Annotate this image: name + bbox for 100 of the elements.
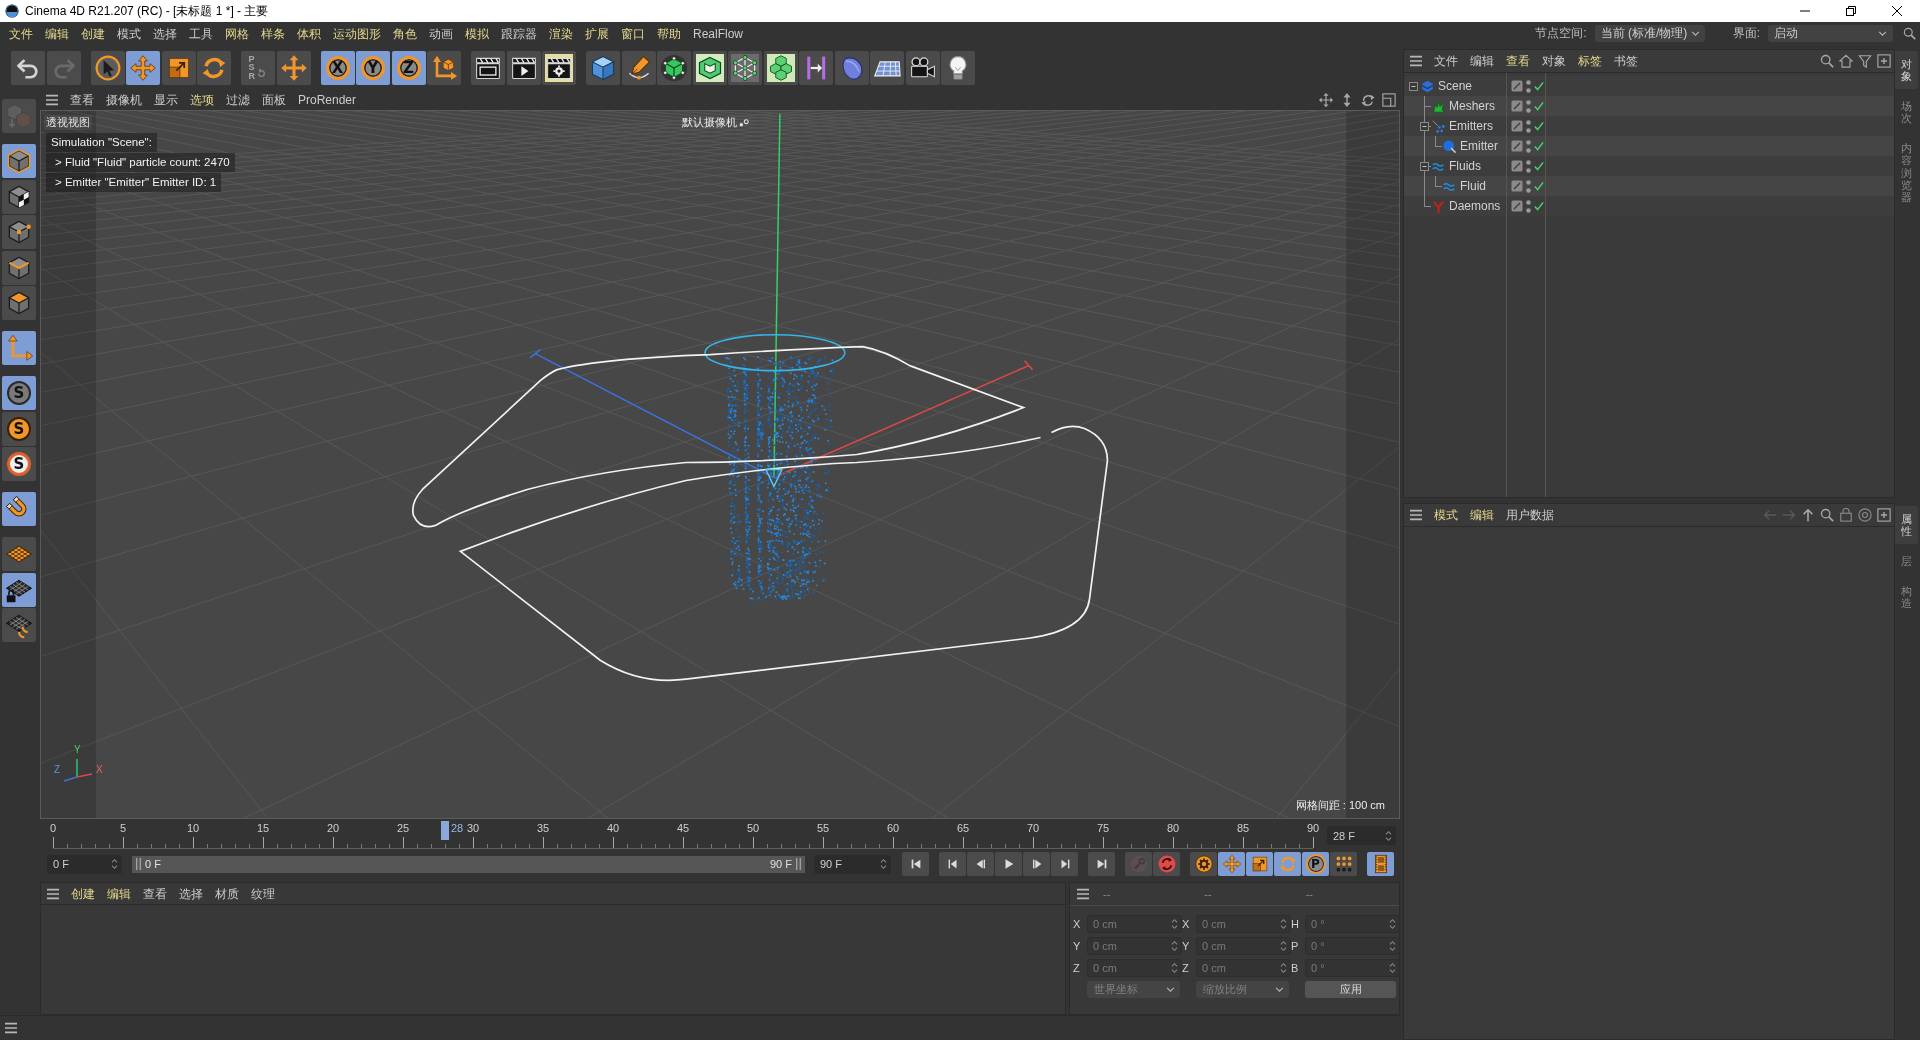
object-row[interactable]: Meshers — [1404, 96, 1894, 116]
visibility-dots-icon[interactable] — [1526, 139, 1531, 153]
playback-button[interactable] — [1051, 852, 1078, 876]
object-name[interactable]: Meshers — [1449, 99, 1495, 113]
menu-item[interactable]: 模式 — [111, 24, 147, 43]
menu-item[interactable]: 模式 — [1428, 506, 1464, 524]
slashed-square-icon[interactable] — [1511, 80, 1523, 92]
playback-button[interactable] — [902, 852, 929, 876]
target-icon[interactable] — [1858, 508, 1872, 522]
menu-item[interactable]: 摄像机 — [100, 91, 148, 109]
tool-button[interactable] — [763, 50, 798, 85]
object-name[interactable]: Daemons — [1449, 199, 1501, 213]
menu-item[interactable]: 书签 — [1608, 52, 1644, 70]
menu-item[interactable]: 动画 — [423, 24, 459, 43]
check-icon[interactable] — [1534, 81, 1544, 91]
playback-button[interactable] — [939, 852, 966, 876]
menu-item[interactable]: 样条 — [255, 24, 291, 43]
object-name[interactable]: Fluid — [1460, 179, 1486, 193]
menu-item[interactable]: 选项 — [184, 91, 220, 109]
slashed-square-icon[interactable] — [1511, 100, 1523, 112]
mode-button[interactable] — [2, 286, 36, 320]
slashed-square-icon[interactable] — [1511, 200, 1523, 212]
side-tab[interactable]: 对象 — [1895, 51, 1918, 90]
menu-item[interactable]: 过滤 — [220, 91, 256, 109]
slashed-square-icon[interactable] — [1511, 160, 1523, 172]
visibility-dots-icon[interactable] — [1526, 179, 1531, 193]
menu-item[interactable]: 帮助 — [651, 24, 687, 43]
menu-item[interactable]: 网格 — [219, 24, 255, 43]
layout-dropdown[interactable]: 启动 — [1768, 25, 1893, 42]
tool-button[interactable] — [11, 50, 45, 85]
menu-item[interactable]: 查看 — [1500, 52, 1536, 70]
tool-button[interactable] — [799, 50, 833, 85]
move-arrows-icon[interactable] — [1319, 93, 1333, 107]
home-icon[interactable] — [1839, 54, 1853, 68]
collapse-icon[interactable] — [1409, 81, 1418, 91]
axis-lock-button[interactable]: Z — [391, 50, 426, 85]
menu-item[interactable]: RealFlow — [687, 24, 749, 43]
mode-button[interactable] — [2, 572, 36, 607]
menu-item[interactable]: 运动图形 — [327, 24, 387, 43]
object-name[interactable]: Emitters — [1449, 119, 1493, 133]
search-icon[interactable] — [1820, 508, 1834, 522]
playback-button[interactable] — [1023, 852, 1050, 876]
check-icon[interactable] — [1534, 181, 1544, 191]
menu-item[interactable]: 创建 — [65, 884, 101, 903]
object-row[interactable]: Emitter — [1404, 136, 1894, 156]
search-icon[interactable] — [1820, 54, 1834, 68]
tool-button[interactable] — [728, 50, 762, 85]
object-row[interactable]: Fluid — [1404, 176, 1894, 196]
collapse-icon[interactable] — [1420, 121, 1429, 131]
visibility-dots-icon[interactable] — [1526, 159, 1531, 173]
object-name[interactable]: Emitter — [1460, 139, 1498, 153]
menu-item[interactable]: 渲染 — [543, 24, 579, 43]
check-icon[interactable] — [1534, 161, 1544, 171]
mode-button[interactable] — [2, 179, 36, 214]
menu-icon[interactable] — [1409, 509, 1423, 521]
playback-button[interactable] — [995, 852, 1022, 876]
check-icon[interactable] — [1534, 201, 1544, 211]
key-button[interactable] — [1367, 852, 1394, 876]
menu-item[interactable]: 对象 — [1536, 52, 1572, 70]
key-button[interactable] — [1330, 852, 1357, 876]
menu-icon[interactable] — [4, 1022, 18, 1034]
menu-item[interactable]: 显示 — [148, 91, 184, 109]
filter-icon[interactable] — [1858, 54, 1872, 68]
side-tab[interactable]: 属性 — [1895, 506, 1918, 545]
key-button[interactable] — [1246, 852, 1273, 876]
menu-item[interactable]: 文件 — [3, 24, 39, 43]
menu-item[interactable]: 查看 — [64, 91, 100, 109]
start-frame-field[interactable]: 0 F — [47, 854, 122, 874]
menu-item[interactable]: 窗口 — [615, 24, 651, 43]
tool-button[interactable] — [905, 50, 940, 85]
lock-icon[interactable] — [1839, 508, 1853, 522]
menu-item[interactable]: 文件 — [1428, 52, 1464, 70]
menu-icon[interactable] — [1409, 55, 1423, 67]
menu-item[interactable]: 体积 — [291, 24, 327, 43]
check-icon[interactable] — [1534, 121, 1544, 131]
visibility-dots-icon[interactable] — [1526, 99, 1531, 113]
menu-item[interactable]: 面板 — [256, 91, 292, 109]
object-name[interactable]: Fluids — [1449, 159, 1481, 173]
axis-lock-button[interactable]: Y — [356, 50, 390, 85]
check-icon[interactable] — [1534, 141, 1544, 151]
slashed-square-icon[interactable] — [1511, 180, 1523, 192]
menu-item[interactable]: 角色 — [387, 24, 423, 43]
axis-lock-button[interactable]: X — [320, 50, 355, 85]
search-icon[interactable] — [1903, 27, 1916, 40]
menu-icon[interactable] — [45, 94, 59, 106]
menu-item[interactable]: 材质 — [209, 884, 245, 903]
tool-button[interactable] — [506, 50, 541, 85]
playback-button[interactable] — [1088, 852, 1115, 876]
solo-button[interactable]: S — [2, 411, 36, 446]
key-button[interactable] — [1153, 852, 1180, 876]
add-icon[interactable] — [1877, 508, 1891, 522]
mode-button[interactable] — [2, 215, 36, 249]
menu-item[interactable]: 查看 — [137, 884, 173, 903]
playback-button[interactable] — [967, 852, 994, 876]
mode-button[interactable] — [2, 608, 36, 642]
object-name[interactable]: Scene — [1438, 79, 1473, 93]
side-tab[interactable]: 场次 — [1895, 93, 1918, 132]
side-tab[interactable]: 层 — [1895, 548, 1918, 575]
menu-item[interactable]: 编辑 — [39, 24, 75, 43]
menu-item[interactable]: ProRender — [292, 91, 363, 109]
